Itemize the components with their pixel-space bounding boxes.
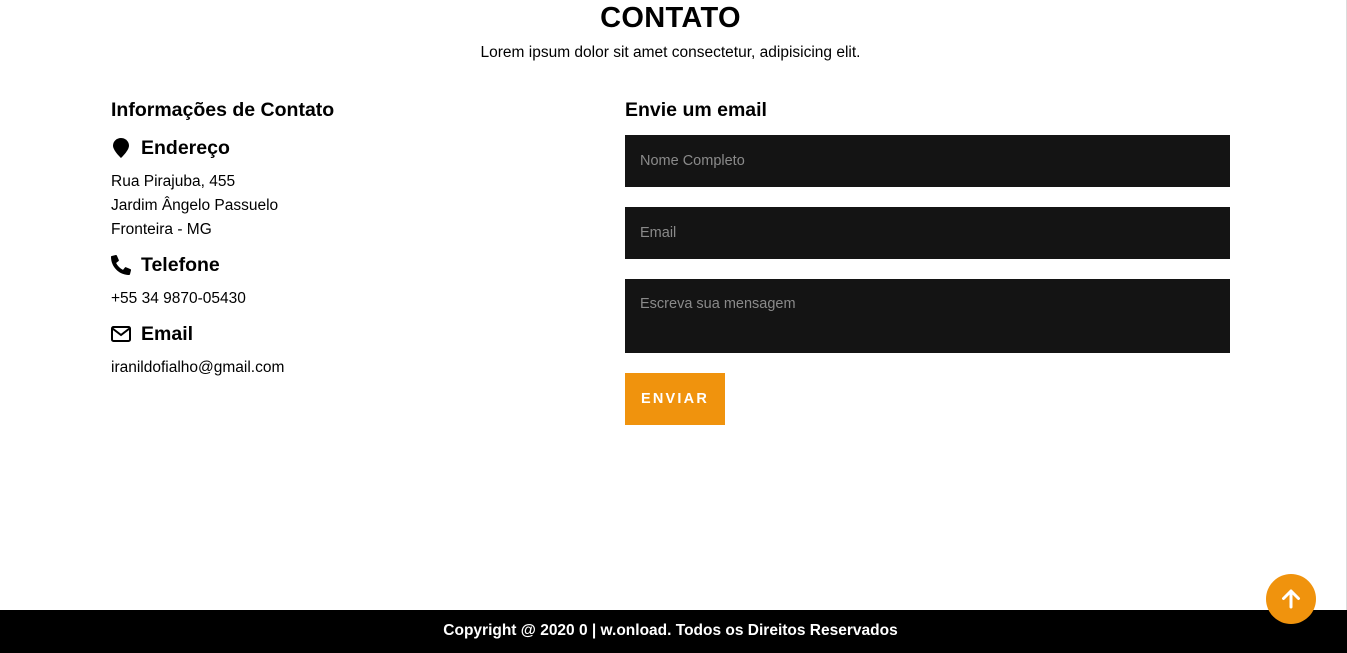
email-title-label: Email [141,322,194,345]
send-button[interactable]: ENVIAR [625,373,725,425]
scroll-to-top-button[interactable] [1266,574,1316,624]
email-value[interactable]: iranildofialho@gmail.com [111,356,571,380]
phone-value[interactable]: +55 34 9870-05430 [111,287,571,311]
section-title: CONTATO [600,2,741,34]
contact-page: CONTATO Lorem ipsum dolor sit amet conse… [0,0,1347,653]
phone-lines: +55 34 9870-05430 [111,287,571,311]
phone-title-label: Telefone [141,253,220,276]
phone-title: Telefone [111,252,571,278]
address-line-street: Rua Pirajuba, 455 [111,173,236,190]
contact-info-column: Informações de Contato Endereço Rua Pira… [111,97,571,390]
arrow-up-icon [1281,589,1301,609]
contact-info-heading: Informações de Contato [111,99,335,121]
address-title-label: Endereço [141,136,230,159]
full-name-input[interactable] [625,135,1230,187]
address-lines: Rua Pirajuba, 455 Jardim Ângelo Passuelo… [111,170,571,242]
footer: Copyright @ 2020 0 | w.onload. Todos os … [0,610,1347,653]
address-line-city: Fronteira - MG [111,221,212,238]
address-line-district: Jardim Ângelo Passuelo [111,197,279,214]
envelope-icon [111,324,131,344]
phone-icon [111,255,131,275]
form-heading: Envie um email [625,99,767,121]
email-title: Email [111,321,571,347]
email-input[interactable] [625,207,1230,259]
address-title: Endereço [111,135,571,161]
email-lines: iranildofialho@gmail.com [111,356,571,380]
message-textarea[interactable] [625,279,1230,353]
map-marker-icon [111,138,131,158]
section-subtitle: Lorem ipsum dolor sit amet consectetur, … [480,44,861,61]
contact-form: Envie um email ENVIAR [625,97,1230,425]
footer-copyright: Copyright @ 2020 0 | w.onload. Todos os … [443,622,898,639]
